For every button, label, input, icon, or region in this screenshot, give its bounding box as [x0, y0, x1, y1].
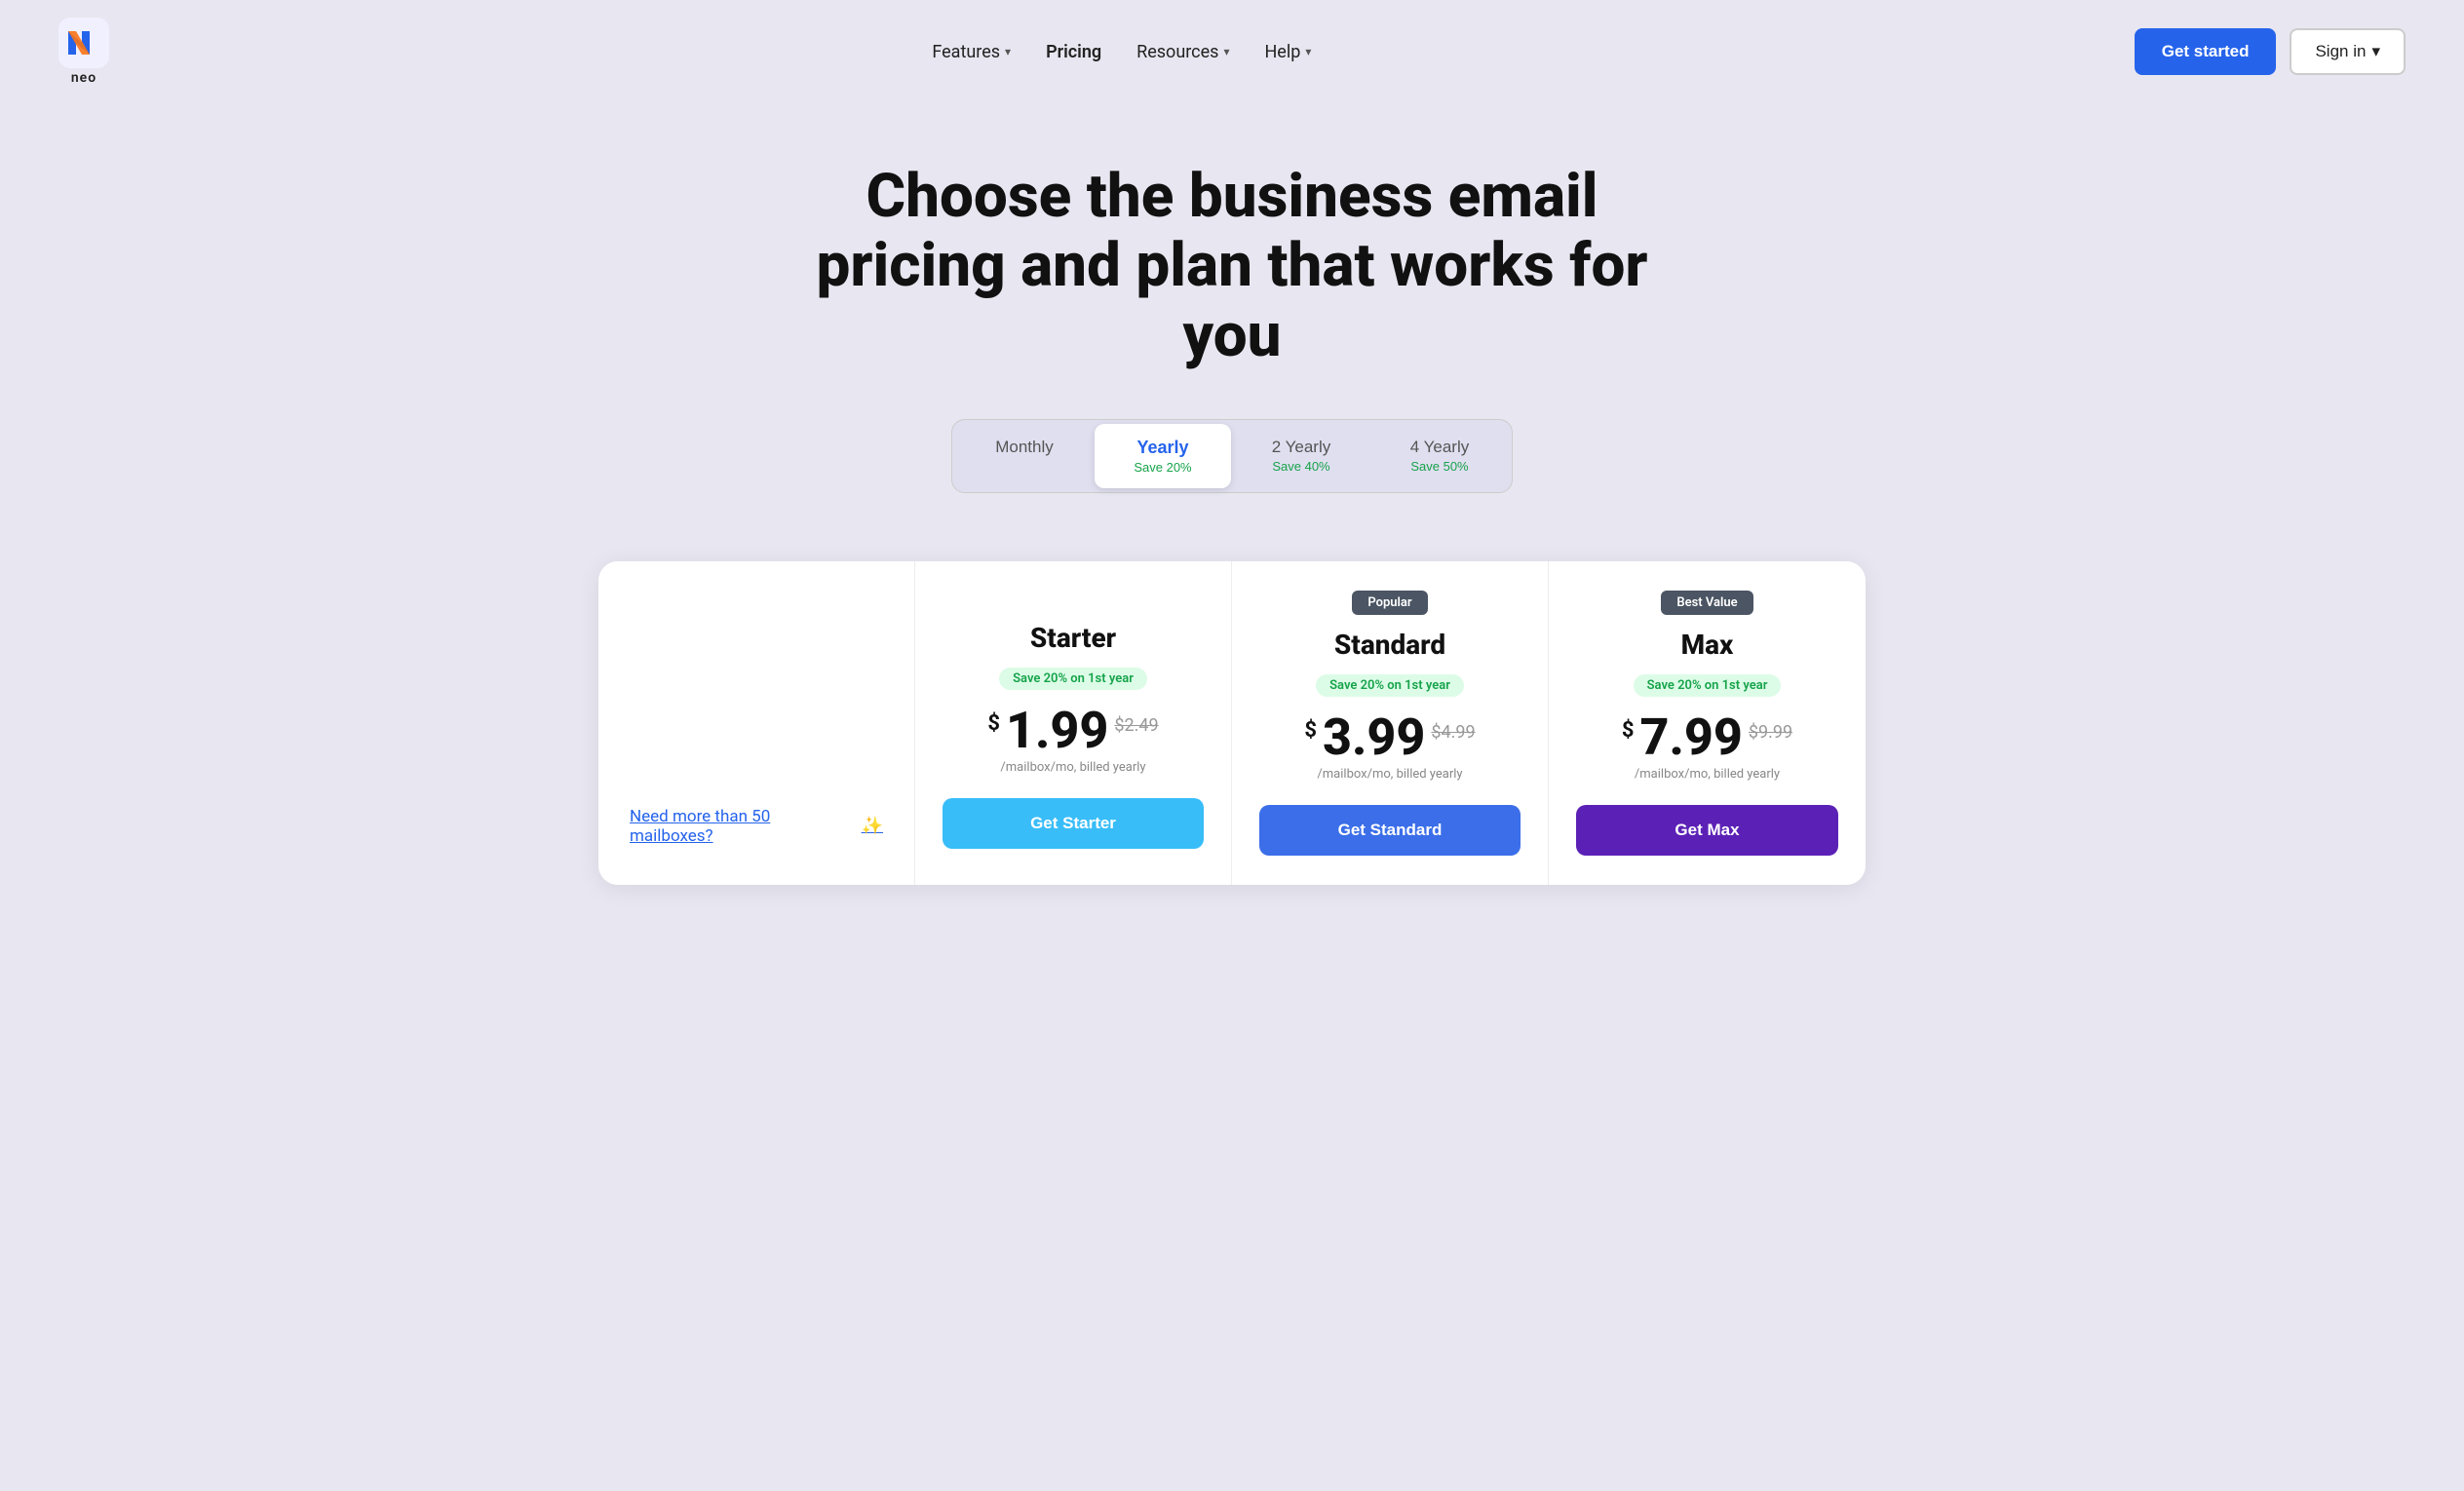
nav-help[interactable]: Help ▾ [1264, 42, 1311, 62]
neo-logo-icon [58, 18, 109, 68]
original-price-max: $9.99 [1749, 722, 1792, 743]
billing-note-starter: /mailbox/mo, billed yearly [1000, 760, 1145, 775]
currency-standard: $ [1304, 718, 1317, 743]
hero-title: Choose the business email pricing and pl… [793, 162, 1671, 370]
nav-links: Features ▾ Pricing Resources ▾ Help ▾ [932, 42, 1311, 62]
chevron-down-icon: ▾ [2371, 42, 2380, 61]
pricing-section: Need more than 50 mailboxes? ✨ Starter S… [559, 532, 1905, 943]
currency-max: $ [1622, 718, 1635, 743]
get-started-button[interactable]: Get started [2135, 28, 2277, 75]
nav-resources[interactable]: Resources ▾ [1136, 42, 1229, 62]
nav-actions: Get started Sign in ▾ [2135, 28, 2406, 75]
badge-standard: Popular [1352, 591, 1427, 615]
sign-in-button[interactable]: Sign in ▾ [2290, 28, 2406, 75]
more-mailboxes-link[interactable]: Need more than 50 mailboxes? ✨ [630, 807, 883, 846]
chevron-down-icon: ▾ [1223, 45, 1229, 58]
cta-starter[interactable]: Get Starter [943, 798, 1204, 849]
chevron-down-icon: ▾ [1005, 45, 1011, 58]
badge-max: Best Value [1661, 591, 1752, 615]
chevron-down-icon: ▾ [1305, 45, 1311, 58]
plan-card-max: Best Value Max Save 20% on 1st year $ 7.… [1549, 561, 1866, 885]
original-price-standard: $4.99 [1431, 722, 1475, 743]
toggle-4yearly[interactable]: 4 Yearly Save 50% [1371, 424, 1508, 488]
currency-starter: $ [987, 711, 1000, 736]
brand-name: neo [71, 70, 96, 86]
navbar: neo Features ▾ Pricing Resources ▾ Help … [0, 0, 2464, 103]
save-badge-standard: Save 20% on 1st year [1316, 674, 1464, 697]
plan-name-standard: Standard [1334, 629, 1445, 661]
pricing-grid: Need more than 50 mailboxes? ✨ Starter S… [598, 561, 1866, 885]
nav-features[interactable]: Features ▾ [932, 42, 1011, 62]
billing-toggle: Monthly Yearly Save 20% 2 Yearly Save 40… [951, 419, 1513, 493]
cta-max[interactable]: Get Max [1576, 805, 1838, 856]
plan-name-max: Max [1681, 629, 1734, 661]
toggle-2yearly[interactable]: 2 Yearly Save 40% [1233, 424, 1369, 488]
price-row-standard: $ 3.99 $4.99 [1304, 712, 1475, 763]
cta-standard[interactable]: Get Standard [1259, 805, 1521, 856]
price-row-max: $ 7.99 $9.99 [1622, 712, 1792, 763]
price-row-starter: $ 1.99 $2.49 [987, 706, 1158, 756]
plan-card-starter: Starter Save 20% on 1st year $ 1.99 $2.4… [915, 561, 1232, 885]
billing-note-standard: /mailbox/mo, billed yearly [1317, 767, 1462, 782]
plan-name-starter: Starter [1030, 622, 1116, 654]
price-standard: 3.99 [1323, 712, 1425, 763]
save-badge-max: Save 20% on 1st year [1634, 674, 1782, 697]
price-max: 7.99 [1640, 712, 1743, 763]
billing-note-max: /mailbox/mo, billed yearly [1635, 767, 1780, 782]
toggle-yearly[interactable]: Yearly Save 20% [1095, 424, 1231, 488]
nav-pricing[interactable]: Pricing [1046, 42, 1101, 62]
plan-card-standard: Popular Standard Save 20% on 1st year $ … [1232, 561, 1549, 885]
original-price-starter: $2.49 [1114, 715, 1158, 736]
toggle-monthly[interactable]: Monthly [956, 424, 1093, 488]
save-badge-starter: Save 20% on 1st year [999, 668, 1147, 690]
pricing-info-cell: Need more than 50 mailboxes? ✨ [598, 561, 915, 885]
price-starter: 1.99 [1006, 706, 1108, 756]
logo[interactable]: neo [58, 18, 109, 86]
sparkle-icon: ✨ [862, 816, 883, 836]
hero-section: Choose the business email pricing and pl… [0, 103, 2464, 532]
